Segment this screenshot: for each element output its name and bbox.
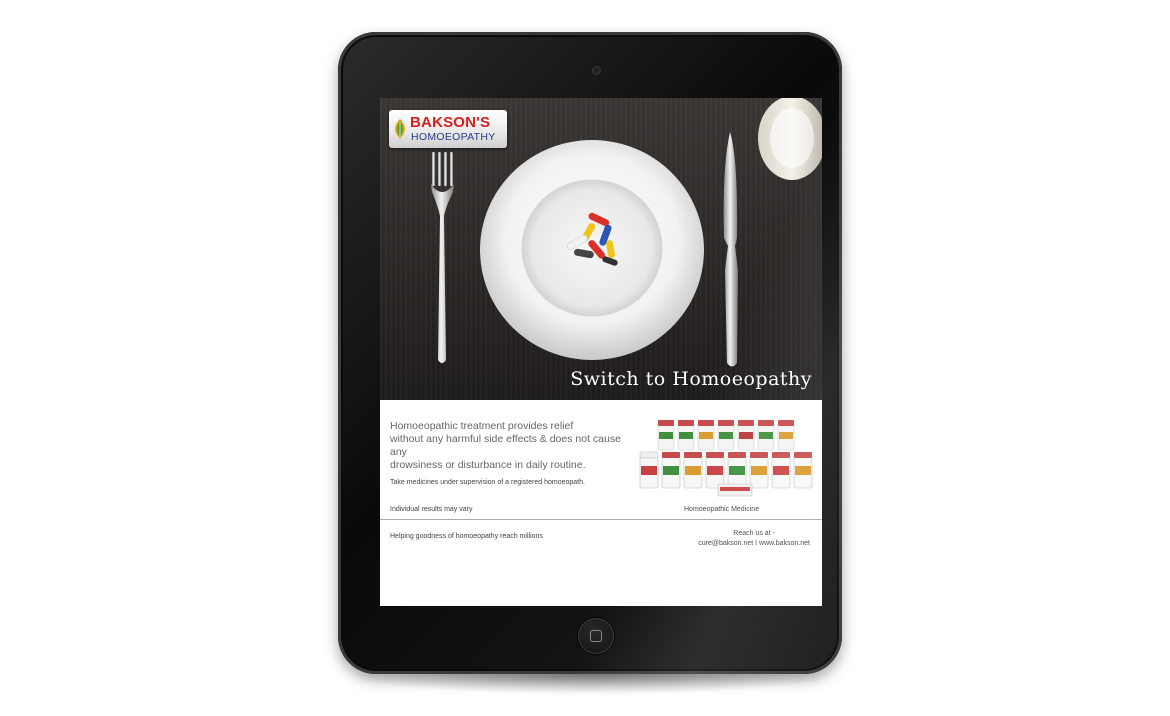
home-button-icon[interactable]: [578, 618, 614, 654]
brand-subtitle: HOMOEOPATHY: [411, 131, 496, 143]
supervision-note: Take medicines under supervision of a re…: [390, 479, 585, 486]
camera-icon: [592, 66, 601, 75]
medicine-bottles-image: [639, 420, 813, 497]
bakson-logo: BAKSON'S HOMOEOPATHY: [389, 110, 507, 148]
tagline: Switch to Homoeopathy: [570, 368, 812, 390]
product-caption: Homoeopathic Medicine: [684, 506, 760, 513]
ad-screen: BAKSON'S HOMOEOPATHY Switch to Homoeopat…: [380, 98, 822, 606]
reach-label: Reach us at -: [733, 530, 775, 537]
footer-slogan: Helping goodness of homoeopathy reach mi…: [390, 533, 543, 540]
tablet-device: BAKSON'S HOMOEOPATHY Switch to Homoeopat…: [338, 32, 842, 674]
milk-glass: [758, 98, 822, 180]
disclaimer: Individual results may vary: [390, 506, 473, 513]
benefits-text: Homoeopathic treatment provides relief w…: [390, 420, 621, 471]
fork: [431, 152, 454, 363]
knife: [723, 132, 738, 367]
hero-image: BAKSON'S HOMOEOPATHY Switch to Homoeopat…: [380, 98, 822, 400]
leaf-logo-icon: [395, 119, 405, 139]
contact-block: Reach us at - cure@bakson.net I www.baks…: [698, 529, 810, 549]
reach-contact: cure@bakson.net I www.bakson.net: [698, 540, 810, 547]
divider: [380, 519, 822, 520]
brand-name: BAKSON'S: [410, 114, 491, 131]
